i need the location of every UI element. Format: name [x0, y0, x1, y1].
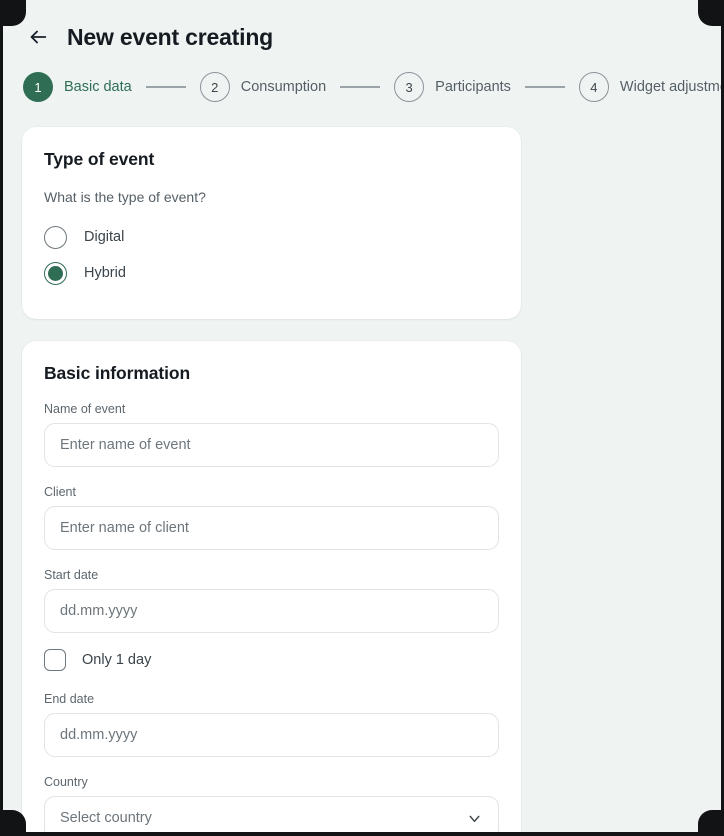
- country-select[interactable]: Select country: [44, 796, 499, 832]
- type-of-event-radio-group: Digital Hybrid: [44, 221, 499, 289]
- field-label: Client: [44, 485, 76, 499]
- arrow-left-icon: [30, 30, 47, 44]
- name-of-event-input[interactable]: Enter name of event: [44, 423, 499, 467]
- input-placeholder: dd.mm.yyyy: [60, 727, 138, 743]
- stepper-connector-3: [524, 86, 565, 88]
- select-placeholder: Select country: [60, 810, 152, 826]
- input-placeholder: Enter name of client: [60, 520, 189, 536]
- radio-option-digital[interactable]: Digital: [44, 221, 499, 253]
- stepper-step-4[interactable]: 4 Widget adjustment: [578, 72, 721, 102]
- card-title: Type of event: [44, 149, 155, 169]
- page-header: New event creating: [3, 0, 721, 56]
- basic-information-card: Basic information Name of event Enter na…: [22, 341, 521, 832]
- field-country: Country Select country: [44, 775, 499, 832]
- step-label: Consumption: [240, 79, 327, 95]
- radio-icon-selected[interactable]: [44, 261, 67, 285]
- only-one-day-checkbox-row[interactable]: Only 1 day: [44, 646, 499, 674]
- stepper-step-2[interactable]: 2 Consumption: [199, 72, 327, 102]
- field-client: Client Enter name of client: [44, 485, 499, 550]
- stepper-connector-2: [340, 86, 381, 88]
- stepper-connector-1: [145, 86, 186, 88]
- stepper-step-3[interactable]: 3 Participants: [394, 72, 511, 102]
- step-number: 1: [34, 79, 42, 95]
- field-end-date: End date dd.mm.yyyy: [44, 692, 499, 757]
- app-screen: New event creating 1 Basic data 2 Consum…: [3, 0, 721, 832]
- client-input[interactable]: Enter name of client: [44, 506, 499, 550]
- end-date-input[interactable]: dd.mm.yyyy: [44, 713, 499, 757]
- field-label: Country: [44, 775, 88, 789]
- checkbox-label: Only 1 day: [82, 652, 152, 668]
- field-label: Start date: [44, 568, 99, 582]
- only-one-day-checkbox[interactable]: [44, 649, 66, 671]
- radio-label: Hybrid: [84, 265, 126, 281]
- field-start-date: Start date dd.mm.yyyy: [44, 568, 499, 633]
- page-title: New event creating: [67, 23, 274, 50]
- type-of-event-question: What is the type of event?: [44, 189, 206, 205]
- stepper-step-1[interactable]: 1 Basic data: [23, 72, 132, 102]
- step-label: Participants: [435, 79, 511, 95]
- chevron-down-icon: [465, 809, 483, 827]
- step-number: 3: [405, 79, 413, 95]
- step-label: Widget adjustment: [619, 79, 721, 95]
- input-placeholder: dd.mm.yyyy: [60, 603, 138, 619]
- step-number: 4: [590, 79, 598, 95]
- back-button[interactable]: [25, 24, 51, 50]
- stepper: 1 Basic data 2 Consumption 3 Participant…: [3, 70, 721, 104]
- start-date-input[interactable]: dd.mm.yyyy: [44, 589, 499, 633]
- step-number-badge: 3: [394, 72, 425, 102]
- radio-label: Digital: [84, 229, 125, 245]
- card-title: Basic information: [44, 363, 191, 383]
- step-number: 2: [211, 79, 219, 95]
- input-placeholder: Enter name of event: [60, 437, 191, 453]
- step-number-badge: 2: [199, 72, 230, 102]
- radio-option-hybrid[interactable]: Hybrid: [44, 257, 499, 289]
- field-label: Name of event: [44, 402, 126, 416]
- radio-icon-unselected[interactable]: [44, 225, 67, 249]
- step-number-badge: 1: [23, 72, 53, 102]
- field-label: End date: [44, 692, 95, 706]
- field-name-of-event: Name of event Enter name of event: [44, 402, 499, 467]
- step-number-badge: 4: [578, 72, 609, 102]
- step-label: Basic data: [64, 79, 132, 95]
- type-of-event-card: Type of event What is the type of event?…: [22, 127, 521, 319]
